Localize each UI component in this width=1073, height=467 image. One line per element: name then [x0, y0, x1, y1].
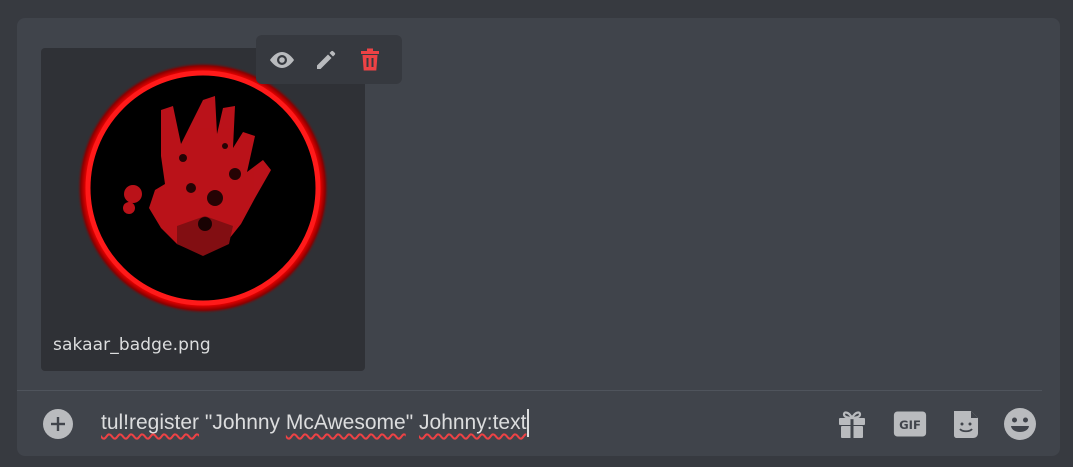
- message-text-segment: ": [405, 411, 420, 434]
- text-caret: [527, 409, 530, 437]
- gif-icon: GIF: [893, 411, 927, 437]
- sticker-icon: [954, 411, 978, 438]
- attachment-image: [77, 62, 329, 314]
- plus-circle-icon: [51, 417, 65, 431]
- message-composer: sakaar_badge.png tul!register "Johnny Mc…: [17, 18, 1060, 456]
- message-input[interactable]: tul!register "Johnny McAwesome " Johnny:t…: [101, 407, 530, 439]
- emoji-icon: [1004, 408, 1036, 440]
- gif-button[interactable]: GIF: [893, 407, 927, 441]
- message-word-command: tul!register: [101, 411, 200, 434]
- gift-button[interactable]: [835, 407, 869, 441]
- gif-label: GIF: [899, 418, 921, 432]
- attachment-area: sakaar_badge.png: [17, 18, 1060, 390]
- gift-icon: [839, 411, 865, 438]
- edit-attachment-button[interactable]: [306, 40, 346, 80]
- message-word-argument: Johnny:text: [419, 411, 527, 434]
- delete-attachment-button[interactable]: [350, 40, 390, 80]
- trash-icon: [361, 48, 379, 70]
- composer-right-icons: GIF: [835, 407, 1037, 441]
- emoji-button[interactable]: [1003, 407, 1037, 441]
- attachment-actions: [256, 35, 402, 84]
- pencil-icon: [317, 50, 336, 69]
- message-word-name: McAwesome: [285, 411, 406, 434]
- message-text-segment: "Johnny: [199, 411, 286, 434]
- view-attachment-button[interactable]: [262, 40, 302, 80]
- eye-icon: [270, 51, 294, 68]
- attachment-card[interactable]: sakaar_badge.png: [41, 48, 365, 371]
- attachment-filename: sakaar_badge.png: [53, 335, 211, 355]
- input-row: tul!register "Johnny McAwesome " Johnny:t…: [17, 391, 1060, 456]
- sticker-button[interactable]: [949, 407, 983, 441]
- add-attachment-button[interactable]: [43, 409, 73, 439]
